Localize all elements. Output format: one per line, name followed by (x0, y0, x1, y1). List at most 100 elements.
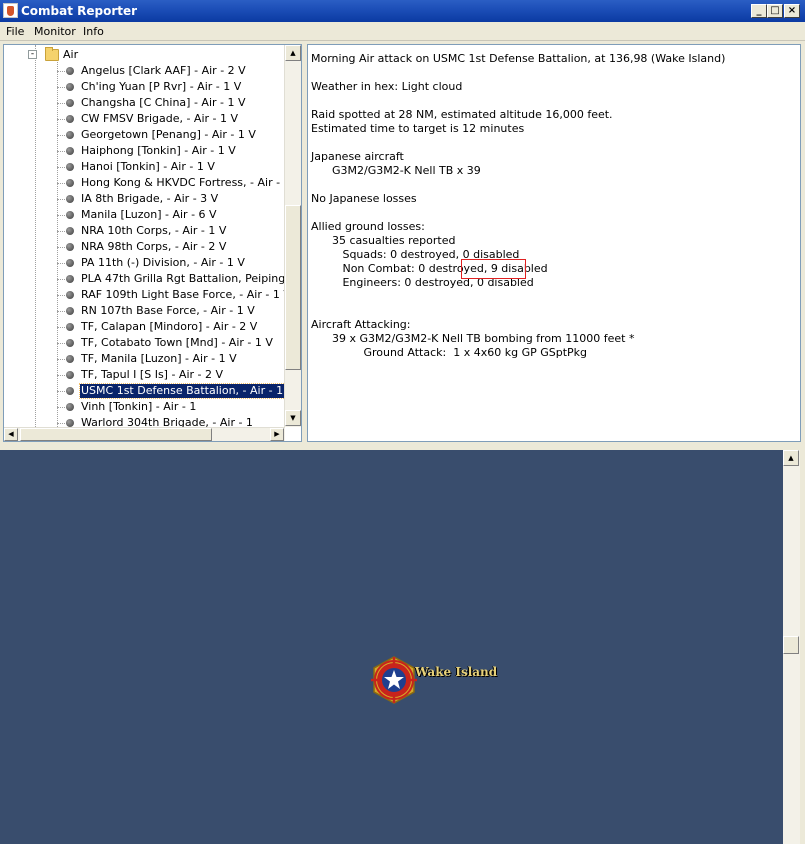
tree-item-label: IA 8th Brigade, - Air - 3 V (81, 192, 219, 205)
highlight-box (461, 259, 526, 279)
collapse-icon[interactable]: - (28, 50, 37, 59)
scroll-thumb[interactable] (285, 205, 301, 370)
base-target-icon[interactable] (369, 655, 419, 705)
tree-item-label: TF, Cotabato Town [Mnd] - Air - 1 V (81, 336, 273, 349)
tree-item-label: NRA 10th Corps, - Air - 1 V (81, 224, 227, 237)
unit-bullet-icon (66, 83, 74, 91)
unit-bullet-icon (66, 355, 74, 363)
tree-item-label: TF, Calapan [Mindoro] - Air - 2 V (81, 320, 258, 333)
tree-item[interactable]: Ch'ing Yuan [P Rvr] - Air - 1 V (4, 79, 285, 95)
minimize-button[interactable]: _ (751, 4, 767, 18)
report-line (311, 66, 797, 80)
report-line: Raid spotted at 28 NM, estimated altitud… (311, 108, 613, 121)
unit-bullet-icon (66, 275, 74, 283)
unit-bullet-icon (66, 227, 74, 235)
report-line: 39 x G3M2/G3M2-K Nell TB bombing from 11… (311, 332, 635, 345)
tree-item[interactable]: USMC 1st Defense Battalion, - Air - 1 V (4, 383, 285, 399)
tree-item[interactable]: IA 8th Brigade, - Air - 3 V (4, 191, 285, 207)
tree-item[interactable]: NRA 98th Corps, - Air - 2 V (4, 239, 285, 255)
tree-item[interactable]: Georgetown [Penang] - Air - 1 V (4, 127, 285, 143)
maximize-button[interactable]: □ (767, 4, 783, 18)
scroll-left-icon[interactable]: ◀ (4, 428, 18, 441)
report-line (311, 290, 797, 304)
scroll-up-icon[interactable]: ▲ (285, 45, 301, 61)
unit-bullet-icon (66, 179, 74, 187)
tree-node-air-label: Air (63, 48, 79, 61)
report-line (311, 206, 797, 220)
close-button[interactable]: × (784, 4, 800, 18)
report-line: No Japanese losses (311, 192, 417, 205)
tree-item-label: PA 11th (-) Division, - Air - 1 V (81, 256, 245, 269)
report-line: Weather in hex: Light cloud (311, 80, 463, 93)
tree-item-label: Angelus [Clark AAF] - Air - 2 V (81, 64, 246, 77)
scroll-down-icon[interactable]: ▼ (285, 410, 301, 426)
scroll-thumb[interactable] (20, 428, 212, 441)
tree-item[interactable]: TF, Manila [Luzon] - Air - 1 V (4, 351, 285, 367)
unit-tree-panel: - Air Angelus [Clark AAF] - Air - 2 V Ch'… (3, 44, 302, 442)
tree-item[interactable]: Vinh [Tonkin] - Air - 1 (4, 399, 285, 415)
report-line (311, 304, 797, 318)
tree-item[interactable]: Haiphong [Tonkin] - Air - 1 V (4, 143, 285, 159)
report-lines: Morning Air attack on USMC 1st Defense B… (311, 52, 797, 360)
map-canvas[interactable]: Wake Island (0, 450, 783, 844)
tree-item[interactable]: TF, Cotabato Town [Mnd] - Air - 1 V (4, 335, 285, 351)
tree-item-label: PLA 47th Grilla Rgt Battalion, Peiping [… (81, 272, 285, 285)
title-bar: Combat Reporter _ □ × (0, 0, 805, 22)
tree-item[interactable]: PA 11th (-) Division, - Air - 1 V (4, 255, 285, 271)
map-view[interactable]: Wake Island ▲ (0, 450, 805, 844)
unit-bullet-icon (66, 339, 74, 347)
unit-bullet-icon (66, 259, 74, 267)
tree-item-label: NRA 98th Corps, - Air - 2 V (81, 240, 227, 253)
tree-item-label: Georgetown [Penang] - Air - 1 V (81, 128, 256, 141)
scroll-right-icon[interactable]: ▶ (270, 428, 284, 441)
report-line: Japanese aircraft (311, 150, 404, 163)
menu-bar: File Monitor Info (0, 22, 805, 41)
map-location-label: Wake Island (415, 665, 498, 679)
tree-item[interactable]: TF, Calapan [Mindoro] - Air - 2 V (4, 319, 285, 335)
map-vertical-scrollbar[interactable]: ▲ (783, 450, 800, 844)
tree-item[interactable]: PLA 47th Grilla Rgt Battalion, Peiping [… (4, 271, 285, 287)
unit-bullet-icon (66, 163, 74, 171)
tree-item[interactable]: Hong Kong & HKVDC Fortress, - Air - 1 V (4, 175, 285, 191)
tree-item[interactable]: NRA 10th Corps, - Air - 1 V (4, 223, 285, 239)
unit-bullet-icon (66, 371, 74, 379)
unit-bullet-icon (66, 147, 74, 155)
tree-item[interactable]: Hanoi [Tonkin] - Air - 1 V (4, 159, 285, 175)
tree-item[interactable]: RAF 109th Light Base Force, - Air - 1 V (4, 287, 285, 303)
tree-item-label: TF, Tapul I [S Is] - Air - 2 V (81, 368, 224, 381)
report-line: Engineers: 0 destroyed, 0 disabled (311, 276, 534, 289)
tree-item-label: Manila [Luzon] - Air - 6 V (81, 208, 217, 221)
report-line (311, 94, 797, 108)
report-line: Squads: 0 destroyed, 0 disabled (311, 248, 520, 261)
tree-item[interactable]: Angelus [Clark AAF] - Air - 2 V (4, 63, 285, 79)
tree-item-label: Haiphong [Tonkin] - Air - 1 V (81, 144, 236, 157)
report-line: 35 casualties reported (311, 234, 456, 247)
report-line: Non Combat: 0 destroyed, 9 disabled (311, 262, 548, 275)
tree-item[interactable]: Changsha [C China] - Air - 1 V (4, 95, 285, 111)
report-line (311, 136, 797, 150)
menu-file[interactable]: File (6, 25, 24, 38)
horizontal-splitter[interactable] (0, 442, 805, 450)
unit-bullet-icon (66, 307, 74, 315)
tree-item[interactable]: Manila [Luzon] - Air - 6 V (4, 207, 285, 223)
unit-bullet-icon (66, 387, 74, 395)
tree-item-label: RN 107th Base Force, - Air - 1 V (81, 304, 255, 317)
tree-item[interactable]: RN 107th Base Force, - Air - 1 V (4, 303, 285, 319)
scroll-thumb[interactable] (783, 636, 799, 654)
tree-item-label: Hanoi [Tonkin] - Air - 1 V (81, 160, 215, 173)
tree-horizontal-scrollbar[interactable]: ◀ ▶ (4, 427, 285, 441)
unit-tree: - Air Angelus [Clark AAF] - Air - 2 V Ch'… (4, 45, 285, 427)
tree-item[interactable]: Warlord 304th Brigade, - Air - 1 (4, 415, 285, 427)
tree-item-label: Vinh [Tonkin] - Air - 1 (81, 400, 197, 413)
scroll-up-icon[interactable]: ▲ (783, 450, 799, 466)
menu-info[interactable]: Info (83, 25, 104, 38)
tree-item[interactable]: CW FMSV Brigade, - Air - 1 V (4, 111, 285, 127)
unit-bullet-icon (66, 195, 74, 203)
menu-monitor[interactable]: Monitor (34, 25, 76, 38)
tree-item[interactable]: TF, Tapul I [S Is] - Air - 2 V (4, 367, 285, 383)
report-line: Ground Attack: 1 x 4x60 kg GP GSptPkg (311, 346, 588, 359)
tree-vertical-scrollbar[interactable]: ▲ ▼ (284, 45, 301, 427)
unit-bullet-icon (66, 291, 74, 299)
report-line: Morning Air attack on USMC 1st Defense B… (311, 52, 726, 65)
tree-item-label: USMC 1st Defense Battalion, - Air - 1 V (78, 383, 285, 399)
